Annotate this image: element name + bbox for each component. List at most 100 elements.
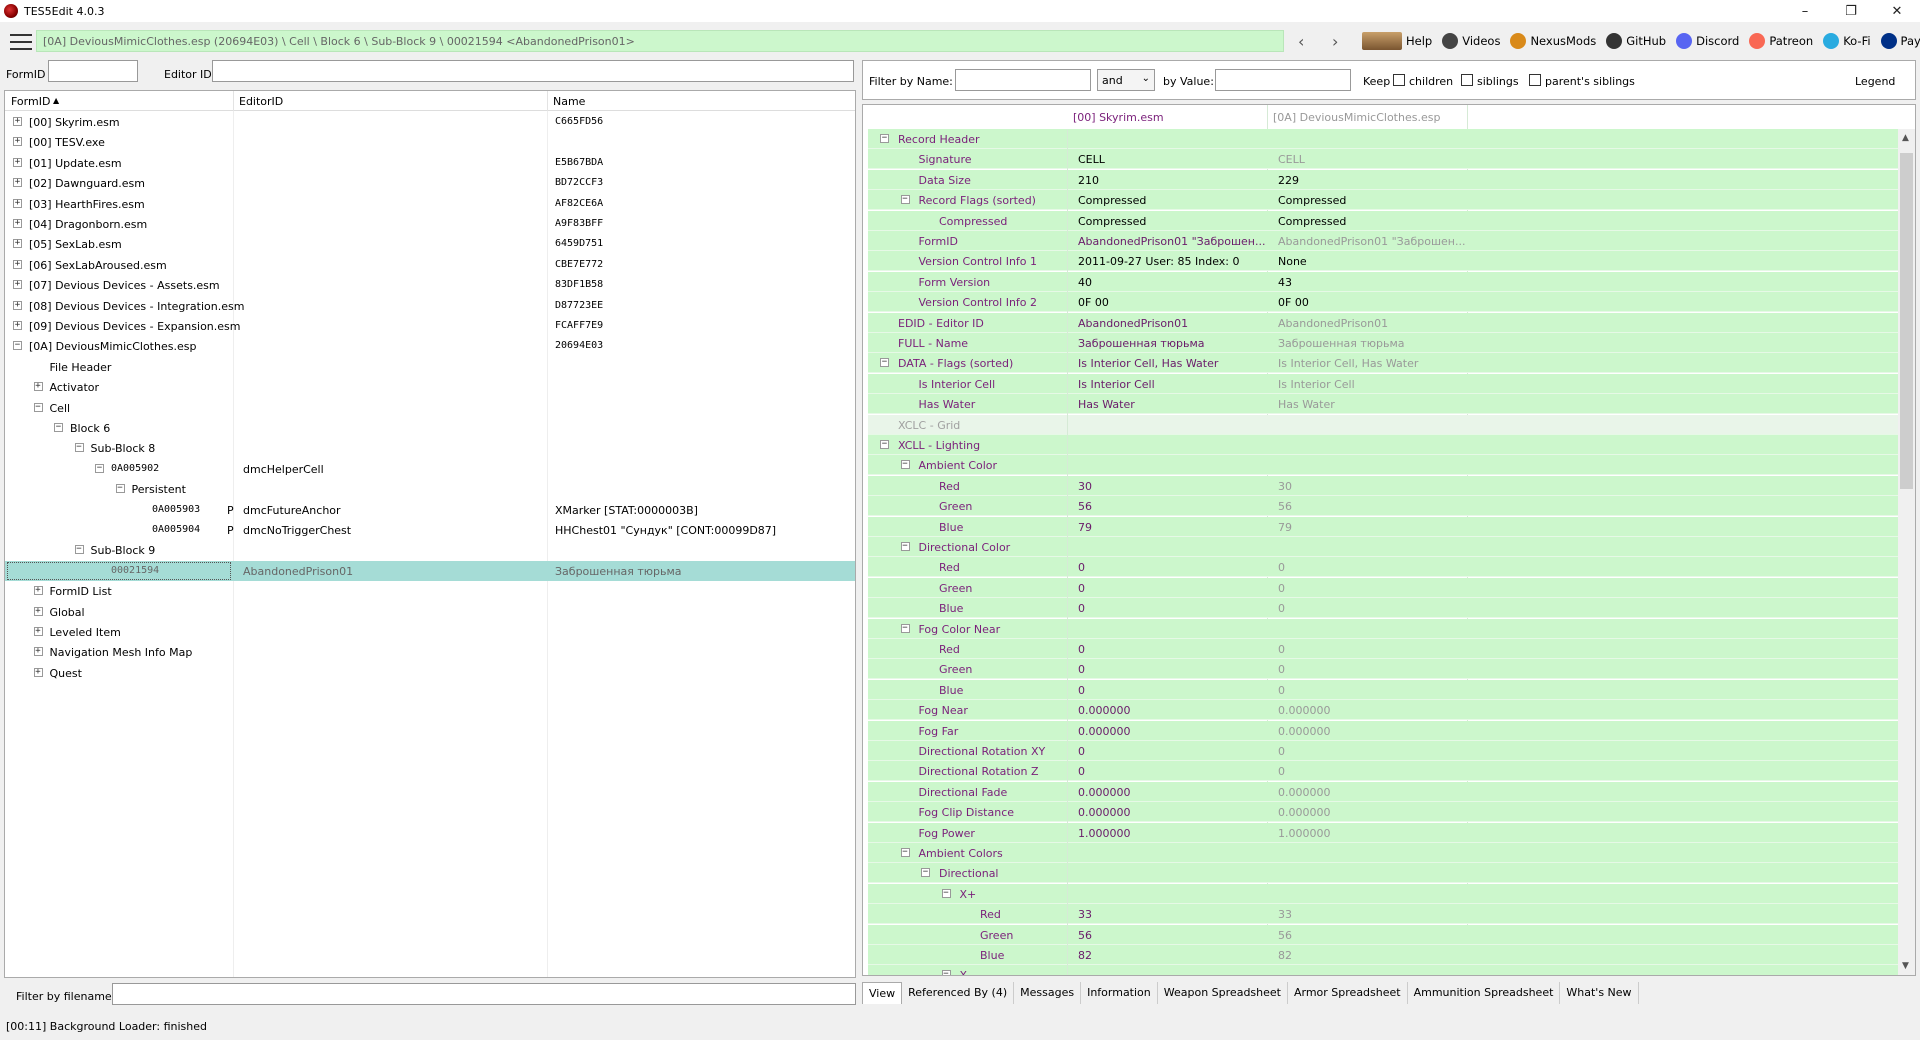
- toolbar-link-discord[interactable]: Discord: [1676, 33, 1739, 49]
- breadcrumb[interactable]: [0A] DeviousMimicClothes.esp (20694E03) …: [36, 30, 1284, 52]
- grid-row[interactable]: Blue 82 82: [868, 945, 1898, 965]
- collapse-icon[interactable]: −: [941, 970, 951, 975]
- tree-row[interactable]: + Global: [5, 602, 855, 622]
- expand-icon[interactable]: +: [33, 606, 43, 616]
- collapse-icon[interactable]: −: [95, 463, 104, 473]
- grid-row[interactable]: Signature CELL CELL: [868, 149, 1898, 170]
- tree-row[interactable]: + [00] Skyrim.esm C665FD56: [5, 112, 855, 132]
- expand-icon[interactable]: +: [13, 300, 22, 310]
- expand-icon[interactable]: +: [33, 382, 43, 392]
- tree-row[interactable]: + FormID List: [5, 581, 855, 601]
- grid-row[interactable]: XCLC - Grid: [868, 414, 1898, 435]
- expand-icon[interactable]: +: [33, 647, 43, 657]
- grid-row[interactable]: Fog Power 1.000000 1.000000: [868, 822, 1898, 843]
- tree-row[interactable]: + Quest: [5, 663, 855, 683]
- expand-icon[interactable]: +: [13, 178, 22, 188]
- toolbar-link-kofi[interactable]: Ko-Fi: [1823, 33, 1871, 49]
- grid-row[interactable]: Red 0 0: [868, 557, 1898, 578]
- tree-row[interactable]: + Navigation Mesh Info Map: [5, 642, 855, 662]
- grid-row[interactable]: Has Water Has Water Has Water: [868, 394, 1898, 415]
- scrollbar-thumb[interactable]: [1900, 153, 1913, 489]
- collapse-icon[interactable]: −: [74, 443, 84, 453]
- collapse-icon[interactable]: −: [900, 195, 910, 205]
- grid-row[interactable]: Directional Fade 0.000000 0.000000: [868, 781, 1898, 802]
- grid-row[interactable]: Red 0 0: [868, 639, 1898, 659]
- filter-value-input[interactable]: [1215, 69, 1351, 91]
- tree-row[interactable]: + [03] HearthFires.esm AF82CE6A: [5, 194, 855, 214]
- grid-row[interactable]: Green 0 0: [868, 659, 1898, 680]
- tree-row[interactable]: + [06] SexLabAroused.esm CBE7E772: [5, 255, 855, 275]
- scroll-up-icon[interactable]: ▲: [1902, 133, 1909, 143]
- collapse-icon[interactable]: −: [54, 423, 63, 432]
- expand-icon[interactable]: +: [13, 259, 22, 269]
- collapse-icon[interactable]: −: [900, 623, 910, 633]
- tab-what-s-new[interactable]: What's New: [1560, 982, 1639, 1004]
- toolbar-link-github[interactable]: GitHub: [1606, 33, 1666, 49]
- expand-icon[interactable]: +: [13, 198, 22, 208]
- column-header-skyrim[interactable]: [00] Skyrim.esm: [1073, 111, 1164, 124]
- close-button[interactable]: ✕: [1874, 0, 1920, 22]
- tree-row[interactable]: −0A005902 dmcHelperCell: [5, 459, 855, 479]
- tree-row[interactable]: 0A005904 PdmcNoTriggerChest HHChest01 "Сун…: [5, 520, 855, 540]
- vertical-scrollbar[interactable]: ▲ ▼: [1898, 129, 1915, 975]
- grid-row[interactable]: Fog Far 0.000000 0.000000: [868, 720, 1898, 741]
- tree-row[interactable]: + [08] Devious Devices - Integration.esm D…: [5, 296, 855, 316]
- expand-icon[interactable]: +: [33, 586, 43, 596]
- grid-row[interactable]: − Ambient Colors: [868, 843, 1898, 863]
- tree-row[interactable]: + [01] Update.esm E5B67BDA: [5, 153, 855, 173]
- collapse-icon[interactable]: −: [880, 440, 889, 449]
- tree-row[interactable]: − Persistent: [5, 479, 855, 499]
- grid-row[interactable]: Red 30 30: [868, 475, 1898, 496]
- tree-row[interactable]: + [07] Devious Devices - Assets.esm 83DF1B…: [5, 275, 855, 295]
- tree-row[interactable]: + [09] Devious Devices - Expansion.esm FCA…: [5, 316, 855, 336]
- toolbar-link-paypal[interactable]: PayPal: [1880, 33, 1920, 49]
- grid-row[interactable]: − X+: [868, 883, 1898, 904]
- tree-row[interactable]: − Sub-Block 9: [5, 540, 855, 560]
- grid-row[interactable]: Directional Rotation Z 0 0: [868, 761, 1898, 782]
- tree-row[interactable]: − [0A] DeviousMimicClothes.esp 20694E03: [5, 336, 855, 356]
- grid-row[interactable]: − Ambient Color: [868, 455, 1898, 476]
- collapse-icon[interactable]: −: [941, 888, 951, 898]
- legend-button[interactable]: Legend: [1855, 75, 1895, 88]
- expand-icon[interactable]: +: [13, 157, 22, 167]
- toolbar-link-patreon[interactable]: Patreon: [1749, 33, 1813, 49]
- tree-row[interactable]: + [00] TESV.exe: [5, 132, 855, 152]
- grid-row[interactable]: − Record Flags (sorted) Compressed Compress…: [868, 190, 1898, 211]
- editorid-input[interactable]: [212, 60, 854, 82]
- tree-row[interactable]: − Cell: [5, 398, 855, 418]
- grid-row[interactable]: Blue 79 79: [868, 516, 1898, 537]
- grid-row[interactable]: Red 33 33: [868, 904, 1898, 925]
- toolbar-link-videos[interactable]: Videos: [1442, 33, 1500, 49]
- collapse-icon[interactable]: −: [115, 484, 125, 494]
- expand-icon[interactable]: +: [13, 219, 22, 228]
- tree-row[interactable]: 00021594 AbandonedPrison01 Заброшенная тюр…: [5, 560, 855, 581]
- tree-row[interactable]: − Sub-Block 8: [5, 438, 855, 458]
- grid-row[interactable]: Blue 0 0: [868, 598, 1898, 619]
- expand-icon[interactable]: +: [13, 137, 22, 147]
- maximize-button[interactable]: ❐: [1828, 0, 1874, 22]
- grid-row[interactable]: − Directional Color: [868, 537, 1898, 557]
- collapse-icon[interactable]: −: [880, 358, 889, 368]
- expand-icon[interactable]: +: [13, 239, 22, 249]
- expand-icon[interactable]: +: [13, 280, 22, 290]
- grid-row[interactable]: Fog Clip Distance 0.000000 0.000000: [868, 802, 1898, 823]
- siblings-checkbox[interactable]: [1461, 74, 1473, 86]
- grid-row[interactable]: − X-: [868, 965, 1898, 975]
- tree-row[interactable]: File Header: [5, 357, 855, 377]
- column-header-formid[interactable]: FormID: [11, 95, 50, 108]
- tab-view[interactable]: View: [862, 982, 903, 1004]
- tab-information[interactable]: Information: [1081, 982, 1158, 1004]
- grid-row[interactable]: Form Version 40 43: [868, 271, 1898, 292]
- collapse-icon[interactable]: −: [921, 868, 930, 878]
- grid-row[interactable]: Version Control Info 2 0F 00 0F 00: [868, 292, 1898, 313]
- collapse-icon[interactable]: −: [74, 545, 84, 555]
- grid-row[interactable]: Version Control Info 1 2011-09-27 User: 8…: [868, 251, 1898, 272]
- column-header-name[interactable]: Name: [553, 95, 585, 108]
- tab-referenced-by[interactable]: Referenced By (4): [902, 982, 1015, 1004]
- collapse-icon[interactable]: −: [880, 134, 889, 143]
- grid-row[interactable]: FULL - Name Заброшенная тюрьма Заброшенная…: [868, 333, 1898, 353]
- toolbar-link-help[interactable]: Help: [1362, 32, 1432, 50]
- tab-ammunition-spreadsheet[interactable]: Ammunition Spreadsheet: [1408, 982, 1561, 1004]
- tree-row[interactable]: 0A005903 PdmcFutureAnchor XMarker [STAT:00…: [5, 500, 855, 520]
- collapse-icon[interactable]: −: [900, 460, 910, 470]
